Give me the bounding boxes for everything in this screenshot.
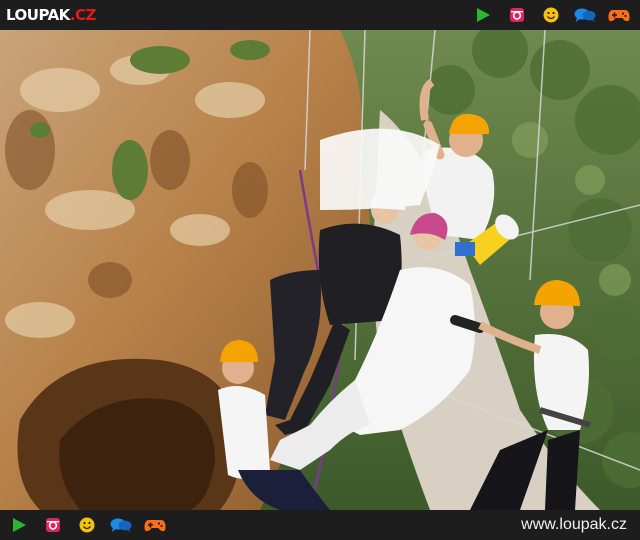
- top-icon-row: [460, 4, 630, 26]
- smiley-icon[interactable]: [76, 514, 98, 536]
- bottom-icon-row: [8, 514, 178, 536]
- chat-bubbles-icon[interactable]: [574, 4, 596, 26]
- instagram-icon[interactable]: [506, 4, 528, 26]
- top-bar: LOUPAK .CZ: [0, 0, 640, 30]
- gamepad-icon[interactable]: [144, 514, 166, 536]
- bottom-bar: www.loupak.cz: [0, 510, 640, 540]
- logo-text: LOUPAK: [6, 6, 70, 24]
- gamepad-icon[interactable]: [608, 4, 630, 26]
- main-photo: [0, 30, 640, 510]
- logo-tld: .CZ: [69, 6, 97, 24]
- smiley-icon[interactable]: [540, 4, 562, 26]
- instagram-icon[interactable]: [42, 514, 64, 536]
- play-icon[interactable]: [472, 4, 494, 26]
- play-icon[interactable]: [8, 514, 30, 536]
- chat-bubbles-icon[interactable]: [110, 514, 132, 536]
- site-url[interactable]: www.loupak.cz: [521, 516, 627, 534]
- site-logo[interactable]: LOUPAK .CZ: [6, 5, 96, 25]
